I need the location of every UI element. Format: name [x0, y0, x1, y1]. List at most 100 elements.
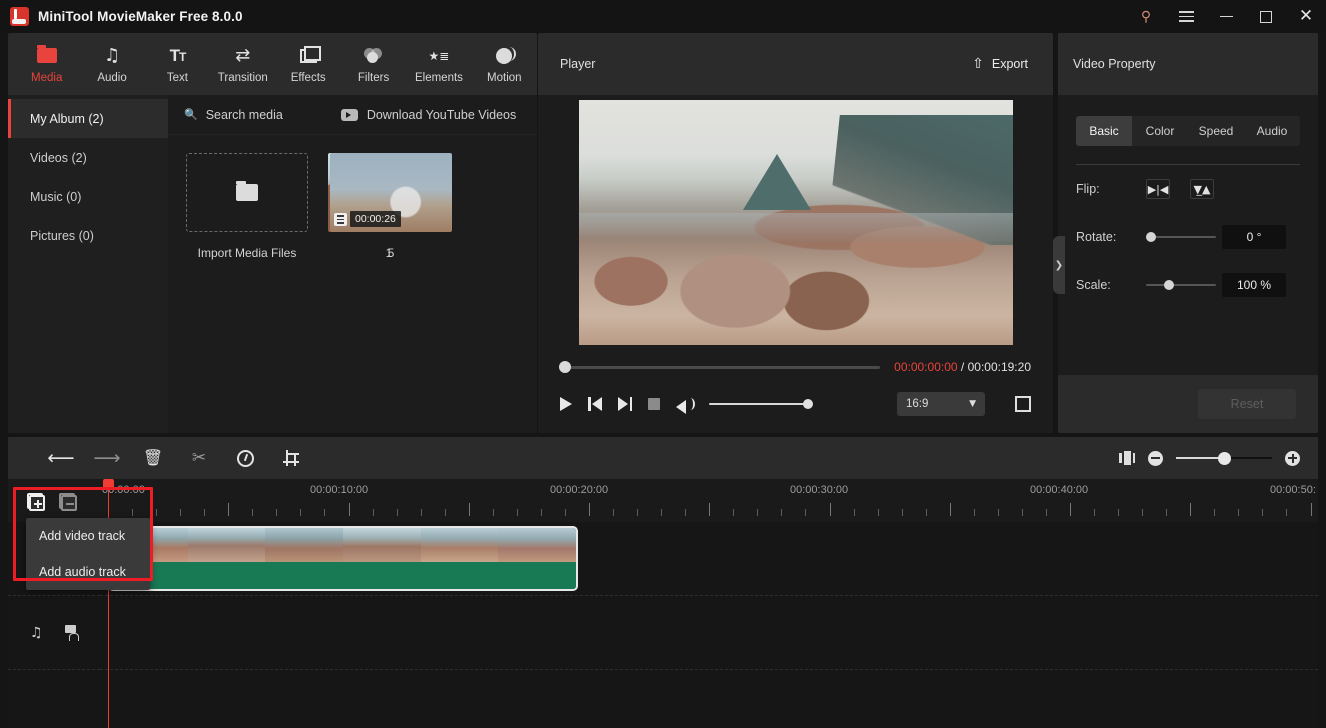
menu-item-add-video-track[interactable]: Add video track: [26, 518, 150, 554]
playhead[interactable]: [103, 479, 114, 728]
player-controls: 00:00:00:00 / 00:00:19:20 16:9 ▼: [538, 350, 1053, 433]
ribbon-tab-filters[interactable]: Filters: [341, 33, 406, 95]
zoom-in-icon[interactable]: [1285, 450, 1300, 466]
volume-slider[interactable]: [709, 398, 813, 409]
ruler-tick: [300, 509, 302, 516]
fit-to-screen-icon[interactable]: [1119, 451, 1135, 465]
flip-row: Flip: ▶|◀ ▼̲▲: [1076, 165, 1300, 213]
tab-label: Audio: [1256, 124, 1288, 138]
progress-slider[interactable]: [559, 361, 881, 373]
previous-frame-icon[interactable]: [588, 397, 602, 411]
speed-icon[interactable]: [222, 437, 268, 479]
tab-label: Speed: [1198, 124, 1234, 138]
close-icon[interactable]: ✕: [1286, 0, 1326, 33]
clip-filmstrip: [110, 528, 576, 562]
player-header: Player ⇧ Export: [538, 33, 1053, 95]
ribbon-tab-effects[interactable]: Effects: [276, 33, 341, 95]
scale-handle[interactable]: [1164, 279, 1174, 290]
undo-icon[interactable]: ⟵: [38, 437, 84, 479]
audio-track-lane[interactable]: [100, 596, 1318, 670]
timeline-ruler[interactable]: 00:00:00 00:00:10:00 00:00:20:00 00:00:3…: [8, 479, 1318, 522]
zoom-out-icon[interactable]: [1148, 450, 1163, 466]
video-preview[interactable]: [578, 100, 1013, 345]
video-clip[interactable]: [108, 526, 578, 591]
window-controls: ⚲ ✕: [1126, 0, 1326, 33]
sidebar-item-my-album[interactable]: My Album (2): [8, 99, 168, 138]
fullscreen-icon[interactable]: [1015, 396, 1031, 412]
zoom-handle[interactable]: [1218, 451, 1232, 465]
hamburger-menu-icon[interactable]: [1166, 0, 1206, 33]
export-button[interactable]: ⇧ Export: [972, 57, 1028, 71]
video-track-lane[interactable]: [100, 522, 1318, 596]
ribbon-tab-text[interactable]: TT Text: [145, 33, 210, 95]
flip-horizontal-icon[interactable]: ▶|◀: [1146, 179, 1170, 199]
sidebar-item-videos[interactable]: Videos (2): [8, 138, 168, 177]
aspect-ratio-select[interactable]: 16:9 ▼: [897, 392, 985, 416]
remove-track-icon[interactable]: [58, 492, 80, 514]
music-note-icon: ♫: [30, 624, 43, 641]
import-media-cell[interactable]: Import Media Files: [186, 153, 308, 260]
tab-audio[interactable]: Audio: [1244, 116, 1300, 146]
next-frame-icon[interactable]: [618, 397, 632, 411]
maximize-icon[interactable]: [1246, 0, 1286, 33]
ribbon-tab-audio[interactable]: ♫ Audio: [79, 33, 144, 95]
flip-vertical-icon[interactable]: ▼̲▲: [1190, 179, 1214, 199]
reset-button[interactable]: Reset: [1198, 389, 1296, 419]
ruler-tick: [973, 509, 975, 516]
youtube-icon: [340, 108, 358, 121]
progress-handle[interactable]: [559, 361, 571, 373]
ribbon-tab-transition[interactable]: ⇄ Transition: [210, 33, 275, 95]
ruler-tick: [276, 509, 278, 516]
property-body: Basic Color Speed Audio Flip: ▶|◀ ▼̲▲ Ro…: [1058, 95, 1318, 375]
audio-track-header[interactable]: ♫: [8, 596, 100, 670]
add-track-icon[interactable]: [26, 492, 48, 514]
ruler-tick: [1142, 509, 1144, 516]
tab-color[interactable]: Color: [1132, 116, 1188, 146]
minimize-icon[interactable]: [1206, 0, 1246, 33]
ruler-tick: [1094, 509, 1096, 516]
ribbon-tab-motion[interactable]: Motion: [472, 33, 537, 95]
tab-basic[interactable]: Basic: [1076, 116, 1132, 146]
search-input[interactable]: 🔍 Search media: [184, 108, 283, 122]
ruler-tick: [372, 509, 374, 516]
stop-icon[interactable]: [648, 398, 660, 410]
play-icon[interactable]: [560, 397, 572, 411]
duration-badge: 00:00:26: [334, 211, 401, 227]
media-thumbnail[interactable]: 00:00:26: [330, 153, 452, 232]
ruler-tick: [781, 509, 783, 516]
split-icon[interactable]: ✂: [176, 437, 222, 479]
zoom-slider[interactable]: [1176, 451, 1272, 465]
download-youtube-button[interactable]: Download YouTube Videos: [340, 108, 516, 122]
menu-item-add-audio-track[interactable]: Add audio track: [26, 554, 150, 590]
rotate-slider[interactable]: [1146, 231, 1216, 242]
crop-icon[interactable]: [268, 437, 314, 479]
media-grid: Import Media Files 00:00:19 ✓ 1: [168, 135, 537, 260]
tab-speed[interactable]: Speed: [1188, 116, 1244, 146]
ruler-label: 00:00:30:00: [790, 484, 849, 496]
timeline-toolbar: ⟵ ⟶ 🗑 ✂: [8, 437, 1318, 479]
key-icon[interactable]: ⚲: [1126, 0, 1166, 33]
import-media-dropzone[interactable]: [186, 153, 308, 232]
rotate-value[interactable]: 0 °: [1222, 225, 1286, 249]
scale-value[interactable]: 100 %: [1222, 273, 1286, 297]
volume-icon[interactable]: [676, 397, 695, 414]
ribbon-tab-media[interactable]: Media: [14, 33, 79, 95]
ruler-tick: [564, 509, 566, 516]
album-label: Pictures (0): [30, 228, 94, 243]
ruler-tick: [949, 503, 951, 516]
scale-slider[interactable]: [1146, 279, 1216, 290]
ribbon-tab-elements[interactable]: ★≣ Elements: [406, 33, 471, 95]
ruler-tick: [613, 509, 615, 516]
search-icon: 🔍: [184, 108, 198, 121]
sidebar-item-music[interactable]: Music (0): [8, 177, 168, 216]
ruler-tick: [180, 509, 182, 516]
redo-icon[interactable]: ⟶: [84, 437, 130, 479]
volume-handle[interactable]: [803, 398, 813, 409]
ruler-tick: [156, 509, 158, 516]
rotate-handle[interactable]: [1146, 231, 1156, 242]
scale-label: Scale:: [1076, 278, 1111, 292]
chevron-right-icon[interactable]: ❯: [1053, 236, 1065, 294]
delete-icon[interactable]: 🗑: [130, 437, 176, 479]
sidebar-item-pictures[interactable]: Pictures (0): [8, 216, 168, 255]
media-item[interactable]: 00:00:26 5: [330, 153, 452, 260]
